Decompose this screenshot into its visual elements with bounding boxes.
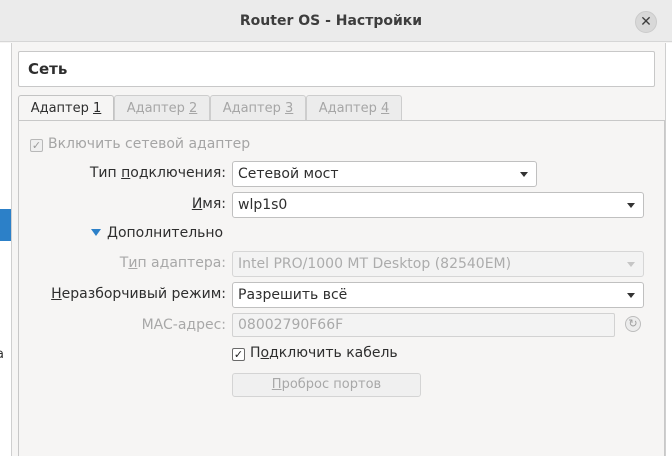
chevron-down-icon	[627, 293, 635, 298]
cable-connected-checkbox[interactable]: ✓ Подключить кабель	[232, 345, 398, 361]
select-value: Сетевой мост	[238, 166, 339, 182]
name-label: Имя:	[192, 196, 226, 212]
refresh-mac-icon[interactable]: ↻	[625, 316, 641, 332]
tab-accel: 4	[381, 101, 390, 116]
promiscuous-mode-label: Неразборчивый режим:	[51, 286, 226, 302]
label-part: мя:	[202, 196, 226, 212]
label-accel: п	[121, 165, 131, 181]
category-label-truncated: а	[0, 347, 4, 362]
close-icon: ✕	[640, 14, 652, 30]
section-header: Сеть	[18, 51, 655, 87]
expander-triangle-icon	[91, 229, 101, 236]
title-bar: Router OS - Настройки ✕	[0, 0, 672, 42]
port-forwarding-button[interactable]: Проброс портов	[232, 373, 421, 397]
enable-adapter-checkbox[interactable]: ✓ Включить сетевой адаптер	[30, 136, 250, 152]
interface-name-select[interactable]: wlp1s0	[232, 192, 644, 218]
label-part: п адаптера:	[137, 255, 226, 271]
tab-adapter-2[interactable]: Адаптер 2	[114, 95, 210, 121]
adapter-type-select[interactable]: Intel PRO/1000 MT Desktop (82540EM)	[232, 251, 644, 277]
tab-adapter-4[interactable]: Адаптер 4	[306, 95, 402, 121]
checkbox-check-icon: ✓	[232, 348, 245, 361]
label-accel: о	[260, 345, 270, 361]
attachment-type-label: Тип подключения:	[90, 165, 226, 181]
enable-adapter-label: Включить сетевой адаптер	[48, 136, 251, 152]
chevron-down-icon	[520, 172, 528, 177]
close-button[interactable]: ✕	[635, 11, 657, 33]
advanced-toggle[interactable]: Дополнительно	[91, 225, 223, 241]
label-part: роброс портов	[281, 377, 382, 392]
label-part: одключения:	[130, 165, 226, 181]
tab-accel: 1	[93, 101, 102, 116]
selected-category-highlight[interactable]	[0, 209, 11, 241]
settings-category-list[interactable]: а	[0, 43, 12, 456]
window-title: Router OS - Настройки	[239, 13, 423, 29]
attachment-type-select[interactable]: Сетевой мост	[232, 161, 537, 187]
tab-label: Адаптер	[222, 101, 286, 116]
select-value: wlp1s0	[238, 197, 288, 213]
adapter-type-label: Тип адаптера:	[120, 255, 226, 271]
mac-address-input[interactable]: 08002790F66F	[232, 313, 615, 337]
promiscuous-mode-select[interactable]: Разрешить всё	[232, 282, 644, 308]
label-accel: Н	[51, 286, 62, 302]
label-part: дключить кабель	[269, 345, 398, 361]
right-scroll-edge	[665, 43, 672, 456]
chevron-down-icon	[627, 262, 635, 267]
tab-label: Адаптер	[126, 101, 190, 116]
label-accel: П	[271, 377, 282, 392]
tab-accel: 3	[285, 101, 294, 116]
label-accel: И	[191, 196, 203, 212]
tab-adapter-3[interactable]: Адаптер 3	[210, 95, 306, 121]
label-part: ополнительно	[117, 225, 224, 241]
select-value: Разрешить всё	[238, 287, 348, 303]
label-part: Тип	[89, 165, 122, 181]
tab-label: Адаптер	[30, 101, 94, 116]
label-accel: Д	[107, 225, 118, 241]
select-value: Intel PRO/1000 MT Desktop (82540EM)	[238, 256, 512, 272]
chevron-down-icon	[627, 203, 635, 208]
label-part: П	[250, 345, 261, 361]
tab-accel: 2	[189, 101, 198, 116]
checkbox-check-icon: ✓	[30, 139, 43, 152]
tab-label: Адаптер	[318, 101, 382, 116]
section-title: Сеть	[28, 60, 68, 78]
label-part: еразборчивый режим:	[61, 286, 226, 302]
mac-address-label: MAC-адрес:	[141, 317, 226, 333]
tab-adapter-1[interactable]: Адаптер 1	[18, 95, 114, 122]
